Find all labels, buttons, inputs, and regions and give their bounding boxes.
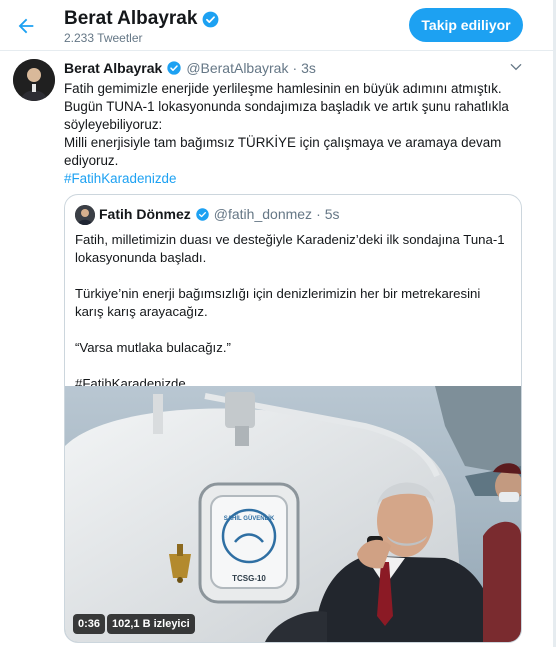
quoted-author: Fatih Dönmez @fatih_donmez · 5s: [99, 206, 340, 222]
quoted-text-line: “Varsa mutlaka bulacağız.”: [75, 340, 231, 355]
separator-dot: ·: [316, 206, 321, 222]
chevron-down-icon[interactable]: [508, 59, 524, 75]
header-title: Berat Albayrak: [64, 8, 220, 30]
video-duration: 0:36: [73, 614, 106, 634]
tweet-text: Fatih gemimizle enerjide yerlileşme haml…: [64, 80, 534, 188]
quoted-text-line: Türkiye’nin enerji bağımsızlığı için den…: [75, 286, 481, 301]
hashtag-link[interactable]: #FatihKaradenizde: [64, 171, 176, 186]
quoted-text-line: Fatih, milletimizin duası ve desteğiyle …: [75, 232, 505, 247]
tweet-text-line: Bugün TUNA-1 lokasyonunda sondajımıza ba…: [64, 99, 509, 114]
quoted-time: 5s: [324, 206, 340, 222]
video-frame: SAHİL GÜVENLİK TCSG-10: [65, 386, 521, 642]
quoted-text-line: lokasyonunda başladı.: [75, 250, 207, 265]
verified-badge-icon: [203, 11, 219, 27]
quoted-author-name: Fatih Dönmez: [99, 206, 191, 222]
video-view-count: 102,1 B izleyici: [107, 614, 195, 634]
following-button[interactable]: Takip ediliyor: [409, 8, 523, 42]
quoted-tweet[interactable]: Fatih Dönmez @fatih_donmez · 5s Fatih, m…: [64, 194, 522, 643]
tweet-time[interactable]: 3s: [301, 60, 316, 76]
author-handle[interactable]: @BeratAlbayrak: [186, 60, 288, 76]
tweet[interactable]: Berat Albayrak @BeratAlbayrak · 3s Fatih…: [0, 51, 556, 647]
hull-emblem-text: SAHİL GÜVENLİK: [224, 515, 275, 522]
hull-code: TCSG-10: [232, 574, 266, 583]
avatar[interactable]: [75, 205, 95, 225]
tweet-count: 2.233 Tweetler: [64, 31, 143, 45]
tweet-text-line: Fatih gemimizle enerjide yerlileşme haml…: [64, 81, 502, 96]
avatar[interactable]: [13, 59, 55, 101]
back-button[interactable]: [8, 8, 44, 44]
video-player[interactable]: SAHİL GÜVENLİK TCSG-10 0:36 102,1 B izle…: [65, 386, 521, 642]
verified-badge-icon: [167, 61, 181, 75]
tweet-author: Berat Albayrak @BeratAlbayrak · 3s: [64, 60, 316, 76]
arrow-left-icon: [18, 18, 34, 34]
header-name: Berat Albayrak: [64, 8, 198, 29]
separator-dot: ·: [292, 60, 298, 76]
quoted-text: Fatih, milletimizin duası ve desteğiyle …: [75, 231, 515, 393]
tweet-text-line: söyleyebiliyoruz:: [64, 117, 163, 132]
tweet-text-line: Milli enerjisiyle tam bağımsız TÜRKİYE i…: [64, 135, 502, 150]
profile-header: Berat Albayrak 2.233 Tweetler Takip edil…: [0, 0, 556, 51]
author-name[interactable]: Berat Albayrak: [64, 60, 162, 76]
quoted-handle: @fatih_donmez: [213, 206, 313, 222]
tweet-text-line: ediyoruz.: [64, 153, 119, 168]
quoted-text-line: karış karış arayacağız.: [75, 304, 208, 319]
verified-badge-icon: [196, 207, 209, 221]
